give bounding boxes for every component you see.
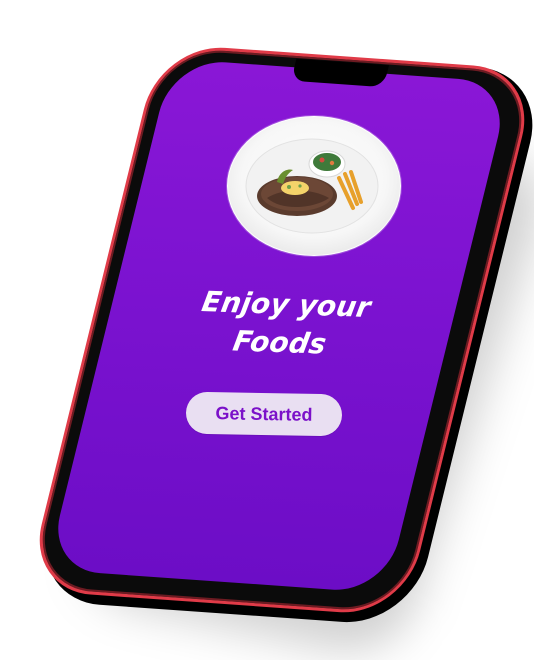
headline-line-2: Foods [230,324,329,361]
headline-line-1: Enjoy your [199,285,374,324]
device-mockup-stage: Enjoy your Foods Get Started [0,0,534,660]
headline: Enjoy your Foods [182,283,384,366]
get-started-button[interactable]: Get Started [185,391,343,437]
food-image [228,117,400,255]
food-plate-image [227,116,401,256]
